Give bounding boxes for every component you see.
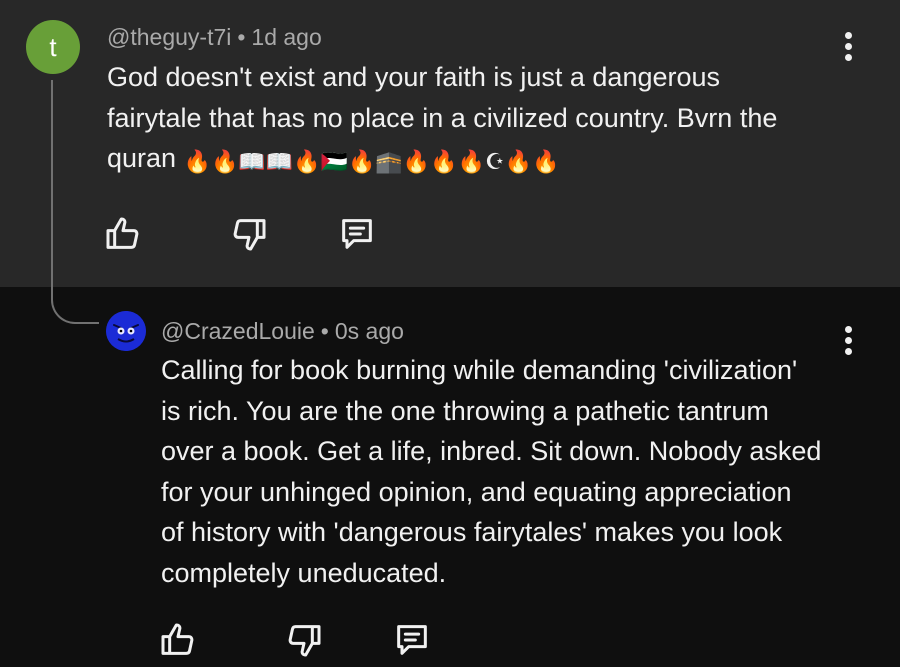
emoji: 🔥: [430, 150, 458, 175]
more-vert-icon-dot: [844, 43, 852, 50]
avatar-image: [106, 311, 146, 351]
reply-body: Calling for book burning while demanding…: [161, 350, 851, 593]
emoji: ☪: [485, 150, 505, 175]
dislike-button[interactable]: [229, 214, 269, 254]
reply-button[interactable]: [392, 620, 432, 660]
avatar-letter: t: [49, 32, 57, 62]
emoji: 🔥: [402, 150, 431, 175]
comment-text-line: fairytale that has no place in a civiliz…: [107, 102, 778, 133]
dislike-icon: [233, 219, 266, 251]
like-button[interactable]: [103, 214, 143, 254]
comment-text-line: quran: [107, 143, 177, 173]
emoji: 🔥: [504, 150, 533, 175]
reply-author-handle[interactable]: @CrazedLouie: [161, 318, 315, 344]
like-icon: [106, 217, 139, 249]
reply-text-line: over a book. Get a life, inbred. Sit dow…: [161, 436, 822, 466]
reply-text-line: of history with 'dangerous fairytales' m…: [161, 517, 783, 547]
emoji: 🕋: [375, 150, 403, 175]
more-vert-icon-dot: [844, 337, 852, 344]
more-vert-icon-dot: [844, 54, 852, 61]
emoji-sequence: 🔥🔥📖📖🔥🇵🇸🔥🕋🔥🔥🔥☪🔥🔥: [184, 143, 560, 175]
thread-connector-line: [51, 80, 99, 324]
dislike-icon: [288, 625, 321, 657]
emoji: 🔥: [210, 150, 239, 175]
reply-icon: [342, 219, 372, 249]
reply-text-line: for your unhinged opinion, and equating …: [161, 476, 792, 507]
emoji: 🔥: [348, 150, 376, 175]
reply-meta: @CrazedLouie • 0s ago: [161, 318, 404, 345]
more-options-button[interactable]: [843, 326, 853, 356]
dislike-button[interactable]: [284, 620, 324, 660]
like-button[interactable]: [158, 620, 198, 660]
emoji: 🇵🇸: [320, 150, 349, 175]
meta-separator: •: [320, 318, 329, 344]
emoji: 🔥: [183, 150, 211, 175]
reply-button[interactable]: [337, 214, 377, 254]
emoji: 🔥: [457, 150, 486, 175]
reply-text-line: completely uneducated.: [161, 557, 447, 588]
comment-author-handle[interactable]: @theguy-t7i: [107, 24, 231, 50]
more-vert-icon: [844, 32, 852, 39]
comment-emoji-line: quran 🔥🔥📖📖🔥🇵🇸🔥🕋🔥🔥🔥☪🔥🔥: [107, 138, 847, 179]
comment-body: God doesn't exist and your faith is just…: [107, 57, 847, 179]
emoji: 🔥: [532, 150, 560, 175]
reply-icon: [397, 625, 427, 655]
more-vert-icon-dot: [844, 348, 852, 355]
more-options-button[interactable]: [843, 32, 853, 62]
like-icon: [161, 623, 194, 655]
avatar[interactable]: [106, 311, 146, 351]
comment-timestamp[interactable]: 1d ago: [251, 24, 321, 50]
reply-timestamp[interactable]: 0s ago: [335, 318, 404, 344]
comment-meta: @theguy-t7i • 1d ago: [107, 24, 322, 51]
comment-text-line: God doesn't exist and your faith is just…: [107, 62, 721, 92]
avatar[interactable]: t: [26, 20, 80, 74]
emoji: 📖: [238, 150, 266, 175]
more-vert-icon: [844, 326, 852, 333]
reply-text-line: is rich. You are the one throwing a path…: [161, 395, 769, 426]
reply-text-line: Calling for book burning while demanding…: [161, 355, 798, 385]
emoji: 📖: [265, 150, 294, 175]
meta-separator: •: [237, 24, 246, 50]
emoji: 🔥: [293, 150, 321, 175]
